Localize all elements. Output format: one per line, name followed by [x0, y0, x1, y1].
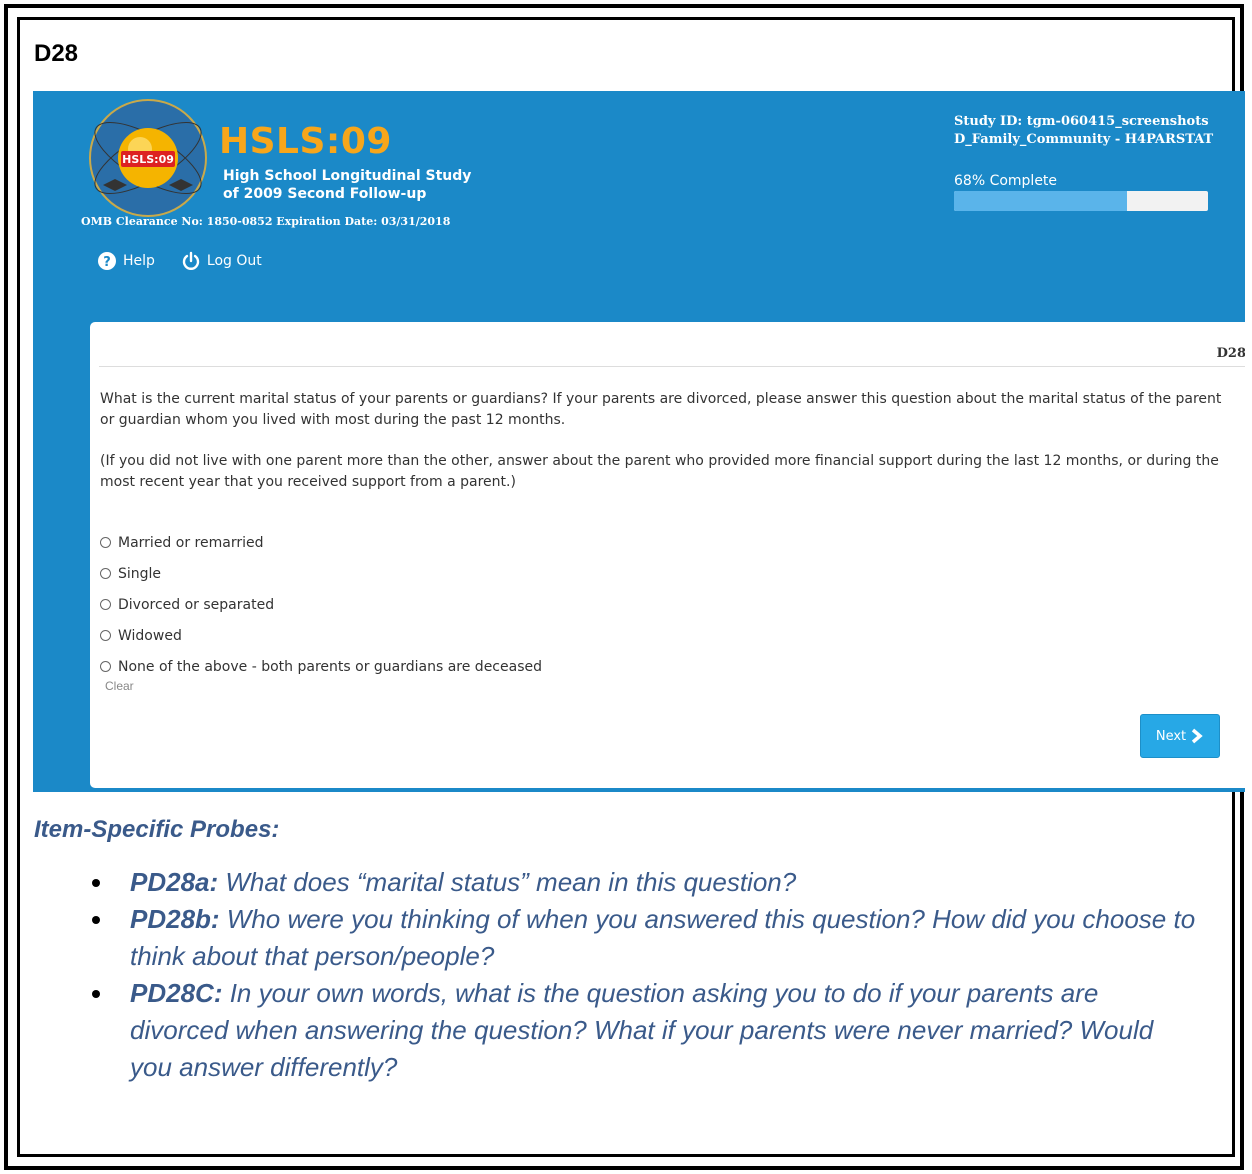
- doc-label: D28: [34, 40, 79, 67]
- help-icon: ?: [98, 252, 116, 270]
- hsls-logo: HSLS:09: [89, 99, 207, 217]
- probe-item: PD28C: In your own words, what is the qu…: [92, 975, 1202, 1086]
- logout-label: Log Out: [206, 253, 262, 269]
- radio-button[interactable]: [100, 661, 111, 672]
- help-link[interactable]: ? Help: [97, 251, 155, 271]
- probes-title: Item-Specific Probes:: [34, 816, 280, 843]
- next-button[interactable]: Next: [1140, 714, 1220, 758]
- question-id: D28: [1216, 346, 1245, 361]
- omb-clearance: OMB Clearance No: 1850-0852 Expiration D…: [81, 215, 451, 228]
- probe-list: PD28a: What does “marital status” mean i…: [92, 864, 1202, 1086]
- divider: [99, 366, 1245, 367]
- header-nav: ? Help Log Out: [97, 251, 262, 271]
- survey-screenshot: HSLS:09 HSLS:09 High School Longitudinal…: [33, 91, 1245, 792]
- svg-text:?: ?: [103, 255, 111, 270]
- next-label: Next: [1155, 728, 1187, 744]
- option-married[interactable]: Married or remarried: [100, 527, 542, 558]
- probe-item: PD28b: Who were you thinking of when you…: [92, 901, 1202, 975]
- question-instruction: (If you did not live with one parent mor…: [100, 453, 1219, 490]
- brand-title: HSLS:09: [219, 121, 392, 162]
- progress-label: 68% Complete: [954, 173, 1058, 189]
- probe-text: Who were you thinking of when you answer…: [130, 904, 1196, 971]
- study-id-line1: Study ID: tgm-060415_screenshots: [954, 114, 1209, 129]
- bullet-icon: [92, 990, 100, 998]
- help-label: Help: [123, 253, 155, 269]
- option-label: Married or remarried: [118, 534, 264, 551]
- brand-subtitle-2: of 2009 Second Follow-up: [223, 186, 427, 202]
- probe-key: PD28C:: [130, 978, 223, 1008]
- radio-button[interactable]: [100, 537, 111, 548]
- logo-text: HSLS:09: [122, 153, 174, 166]
- option-divorced[interactable]: Divorced or separated: [100, 589, 542, 620]
- question-text: What is the current marital status of yo…: [100, 391, 1222, 428]
- option-single[interactable]: Single: [100, 558, 542, 589]
- brand-subtitle-1: High School Longitudinal Study: [223, 168, 472, 184]
- probe-key: PD28b:: [130, 904, 220, 934]
- clear-link[interactable]: Clear: [105, 679, 134, 693]
- probe-key: PD28a:: [130, 867, 219, 897]
- option-label: Single: [118, 565, 162, 582]
- progress-bar: [954, 191, 1208, 211]
- probe-item: PD28a: What does “marital status” mean i…: [92, 864, 1202, 901]
- power-icon: [182, 251, 200, 270]
- radio-button[interactable]: [100, 630, 111, 641]
- bullet-icon: [92, 916, 100, 924]
- progress-bar-fill: [954, 191, 1127, 211]
- option-label: None of the above - both parents or guar…: [118, 658, 542, 675]
- option-none-deceased[interactable]: None of the above - both parents or guar…: [100, 651, 542, 682]
- radio-button[interactable]: [100, 599, 111, 610]
- probe-text: In your own words, what is the question …: [130, 978, 1154, 1082]
- answer-options: Married or remarried Single Divorced or …: [100, 527, 542, 682]
- bullet-icon: [92, 879, 100, 887]
- option-widowed[interactable]: Widowed: [100, 620, 542, 651]
- study-id: Study ID: tgm-060415_screenshots D_Famil…: [954, 113, 1213, 149]
- probe-text: What does “marital status” mean in this …: [218, 867, 797, 897]
- question-card: D28 What is the current marital status o…: [90, 322, 1245, 788]
- radio-button[interactable]: [100, 568, 111, 579]
- option-label: Widowed: [118, 627, 182, 644]
- logout-link[interactable]: Log Out: [181, 251, 262, 271]
- study-id-line2: D_Family_Community - H4PARSTAT: [954, 132, 1214, 147]
- chevron-right-icon: [1192, 728, 1203, 744]
- option-label: Divorced or separated: [118, 596, 275, 613]
